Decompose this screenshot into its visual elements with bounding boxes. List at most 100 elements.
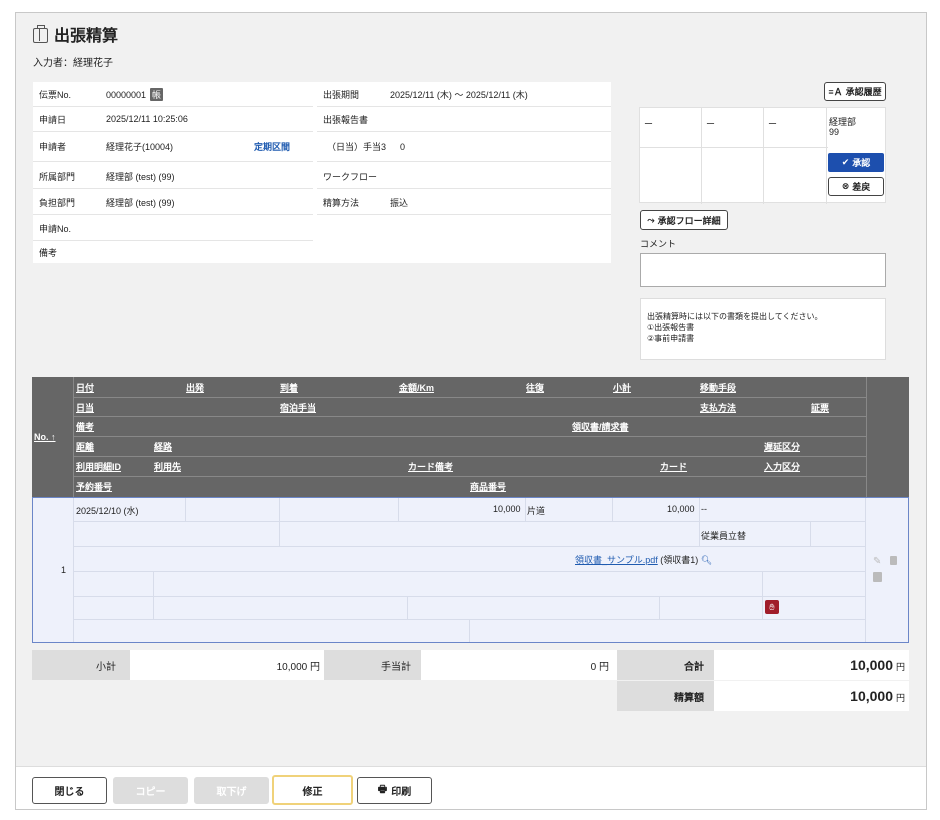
header-voucher[interactable]: 証票: [811, 401, 829, 414]
workflow-label: ワークフロー: [323, 171, 378, 182]
reject-label: 差戻: [852, 182, 871, 192]
header-card-remarks[interactable]: カード備考: [408, 460, 453, 473]
edit-icon[interactable]: ✎: [873, 556, 881, 567]
approval-history-button[interactable]: ≡Ａ 承認履歴: [824, 82, 886, 101]
row-divider: [612, 498, 613, 521]
row-roundtrip: 片道: [527, 506, 546, 516]
note-line: 出張精算時には以下の書類を提出してください。: [647, 312, 823, 321]
teiki-link[interactable]: 定期区間: [254, 140, 290, 153]
row-divider: [810, 522, 811, 546]
totals-area: 小計 10,000 円 手当計 0 円 合計 10,000 円 精算額 10,00…: [32, 650, 909, 712]
shinsei-date-label: 申請日: [39, 114, 67, 125]
header-date[interactable]: 日付: [76, 381, 94, 394]
subtotal-label: 小計: [32, 650, 130, 680]
header-roundtrip[interactable]: 往復: [526, 381, 544, 394]
header-payment[interactable]: 支払方法: [700, 401, 736, 414]
header-depart[interactable]: 出発: [186, 381, 204, 394]
receipt-file-link[interactable]: 領収書_サンプル.pdf: [575, 555, 658, 565]
approve-button[interactable]: ✔ 承認: [828, 153, 884, 172]
trash-icon[interactable]: [890, 556, 897, 565]
footer-bar: 閉じる コピー 取下げ 修正 🖶︎ 印刷: [16, 766, 926, 809]
row-divider: [407, 596, 408, 619]
header-transport[interactable]: 移動手段: [700, 381, 736, 394]
comment-textarea[interactable]: [640, 253, 886, 287]
total-value-wrap: 10,000 円: [714, 650, 909, 680]
approver-cell-3: ー: [768, 119, 778, 129]
header-usage[interactable]: 利用先: [154, 460, 181, 473]
header-route[interactable]: 経路: [154, 440, 172, 453]
row-divider: [73, 498, 74, 642]
seisan-label: 精算方法: [323, 197, 360, 208]
copy-button[interactable]: コピー: [113, 777, 188, 804]
shinseisha-value: 経理花子(10004): [106, 142, 174, 152]
shinsei-no-label: 申請No.: [39, 223, 72, 234]
header-subtotal[interactable]: 小計: [613, 381, 631, 394]
approver-cell-1: ー: [644, 119, 654, 129]
header-delay[interactable]: 遅延区分: [764, 440, 800, 453]
ledger-icon[interactable]: 帳: [150, 87, 164, 101]
no-header[interactable]: No. ↑: [34, 432, 56, 442]
header-product[interactable]: 商品番号: [470, 480, 506, 493]
briefcase-icon: [33, 24, 48, 43]
print-button[interactable]: 🖶︎ 印刷: [357, 777, 432, 804]
futan-label: 負担部門: [39, 197, 76, 208]
teate-row: （日当）手当3 0: [317, 132, 611, 162]
row-divider: [398, 498, 399, 521]
approve-label: 承認: [852, 158, 871, 168]
history-label: 承認履歴: [845, 87, 882, 97]
table-row[interactable]: 1 2025/12/10 (水) 10,000 片道 10,000 -- 従業員…: [32, 497, 909, 643]
teate-total-value: 0 円: [421, 650, 617, 680]
history-icon: ≡Ａ: [828, 87, 843, 97]
shinsei-date-value: 2025/12/11 10:25:06: [106, 114, 188, 124]
no-header-label: No.: [34, 432, 49, 442]
row-divider: [153, 571, 154, 619]
biko-row: 備考: [33, 241, 313, 263]
header-usage-id[interactable]: 利用明細ID: [76, 460, 121, 473]
header-amount[interactable]: 金額/Km: [399, 381, 434, 394]
row-divider: [73, 521, 865, 522]
copy-label: コピー: [135, 787, 166, 798]
note-line: ①出張報告書: [647, 323, 695, 332]
subtotal-value: 10,000 円: [130, 650, 324, 680]
page-title: 出張精算: [33, 22, 118, 46]
header-input-type[interactable]: 入力区分: [764, 460, 800, 473]
header-stay[interactable]: 宿泊手当: [280, 401, 316, 414]
row-divider: [865, 498, 866, 642]
total-value: 10,000: [850, 657, 893, 673]
row-divider: [762, 571, 763, 619]
edit-button[interactable]: 修正: [272, 775, 353, 805]
row-divider: [73, 596, 865, 597]
denpyo-label: 伝票No.: [39, 89, 72, 100]
print-label: 印刷: [391, 787, 412, 798]
teate-label: （日当）手当3: [327, 142, 387, 152]
approver-dept-code: 99: [829, 127, 840, 137]
header-distance[interactable]: 距離: [76, 440, 94, 453]
row-payment: 従業員立替: [701, 531, 747, 541]
seisan-total-value: 10,000: [850, 688, 893, 704]
sort-up-icon: ↑: [51, 432, 56, 442]
header-divider: [73, 456, 866, 457]
teate-total-label: 手当計: [324, 650, 421, 680]
reject-button[interactable]: ⊗ 差戻: [828, 177, 884, 196]
seisan-row: 精算方法 振込: [317, 190, 611, 215]
comment-label: コメント: [640, 239, 677, 249]
header-remarks[interactable]: 備考: [76, 420, 94, 433]
approval-flow-button[interactable]: ⤳ 承認フロー詳細: [640, 210, 728, 230]
flow-icon: ⤳: [647, 214, 655, 225]
check-icon: ✔: [841, 157, 850, 167]
total-label: 合計: [617, 650, 714, 680]
header-arrive[interactable]: 到着: [280, 381, 298, 394]
header-nitto[interactable]: 日当: [76, 401, 94, 414]
close-button[interactable]: 閉じる: [32, 777, 107, 804]
hand-icon[interactable]: ✋︎: [765, 600, 779, 614]
kikan-row: 出張期間 2025/12/11 (木) ～ 2025/12/11 (木): [317, 82, 611, 107]
header-reservation[interactable]: 予約番号: [76, 480, 112, 493]
copy-icon[interactable]: [873, 572, 882, 582]
approver-cell-2: ー: [706, 119, 716, 129]
header-card[interactable]: カード: [660, 460, 687, 473]
seisan-total-label: 精算額: [617, 681, 714, 711]
magnifier-icon[interactable]: 🔍︎: [701, 555, 712, 565]
withdraw-button[interactable]: 取下げ: [194, 777, 269, 804]
header-receipt[interactable]: 領収書/請求書: [572, 420, 629, 433]
row-amount: 10,000: [493, 504, 521, 514]
